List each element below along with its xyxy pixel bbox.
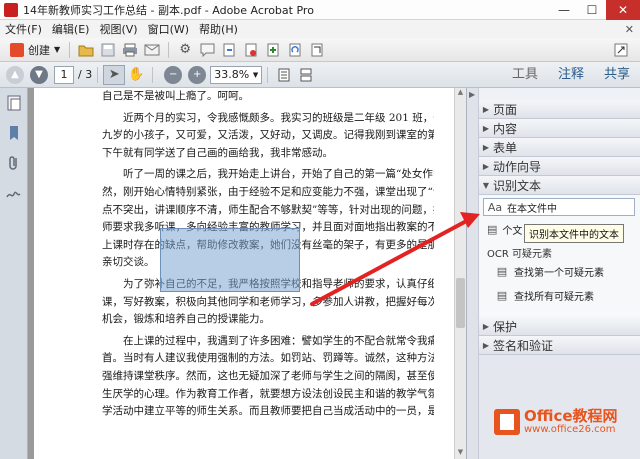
annotation-arrow [310, 212, 480, 306]
watermark: Office教程网 www.office26.com [494, 408, 618, 436]
watermark-url: www.office26.com [524, 424, 616, 435]
watermark-brand: Office教程网 [524, 407, 618, 425]
office-logo-icon [494, 409, 520, 435]
